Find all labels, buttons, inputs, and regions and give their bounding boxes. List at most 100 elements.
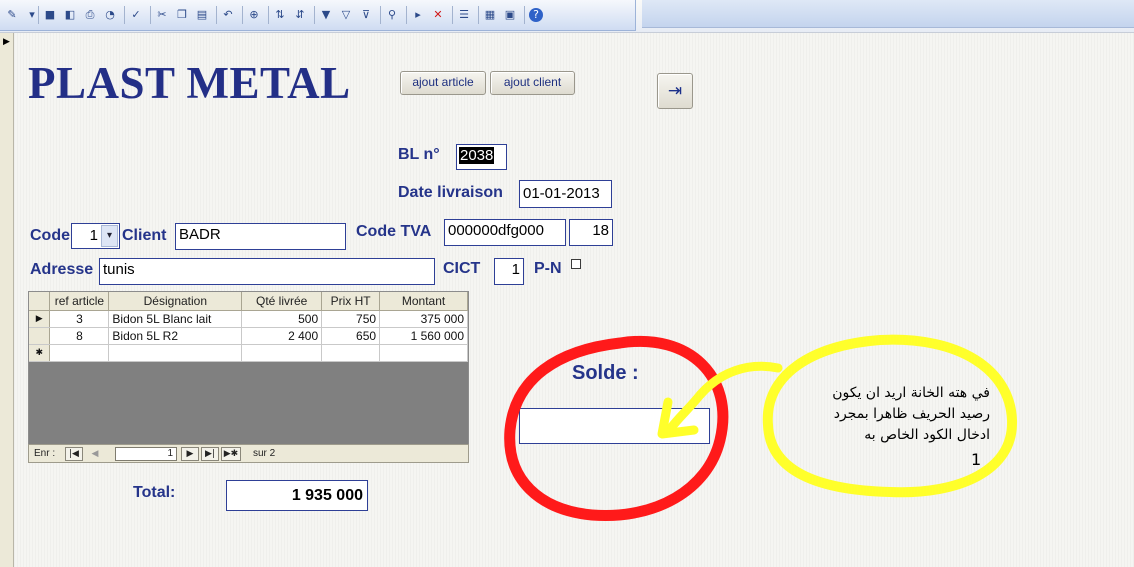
dropdown-icon[interactable]: ▾ [25, 8, 39, 22]
client-label: Client [122, 227, 167, 244]
select-all-corner[interactable] [29, 292, 51, 311]
record-nav-label: Enr : [34, 448, 56, 459]
table-row[interactable]: 8 Bidon 5L R2 2 400 650 1 560 000 [29, 327, 468, 345]
record-position-field[interactable]: 1 [115, 447, 177, 461]
cict-field[interactable]: 1 [494, 258, 524, 285]
toolbar-empty-area [642, 0, 1134, 28]
print-icon[interactable]: ⎙ [83, 8, 97, 22]
hyperlink-icon[interactable]: ⊕ [247, 8, 261, 22]
print-preview-icon[interactable]: ◧ [63, 8, 77, 22]
current-record-icon: ▶ [3, 36, 10, 46]
toolbar-separator [124, 6, 125, 24]
toolbar-separator [216, 6, 217, 24]
record-selector[interactable]: ▶ [0, 33, 14, 567]
toolbar-separator [478, 6, 479, 24]
sort-descending-icon[interactable]: ⇵ [293, 8, 307, 22]
address-label: Adresse [30, 261, 94, 278]
total-label: Total: [133, 484, 176, 501]
table-cell[interactable] [321, 344, 381, 362]
cict-label: CICT [443, 260, 481, 277]
column-header[interactable]: Qté livrée [241, 292, 323, 311]
new-record-icon[interactable]: ▸ [411, 8, 425, 22]
bl-number-label: BL n° [398, 146, 440, 163]
column-header[interactable]: ref article [49, 292, 110, 311]
table-cell[interactable]: 375 000 [379, 310, 468, 328]
cut-icon[interactable]: ✂ [155, 8, 169, 22]
spellcheck-icon[interactable]: ✓ [129, 8, 143, 22]
new-record-nav-icon[interactable]: ▶✱ [221, 447, 241, 461]
exit-door-icon: ⇥ [667, 81, 683, 100]
help-icon[interactable]: ? [529, 8, 543, 22]
row-selector[interactable] [29, 327, 51, 345]
column-header[interactable]: Désignation [108, 292, 243, 311]
toolbar-separator [452, 6, 453, 24]
total-field[interactable]: 1 935 000 [226, 480, 368, 511]
filter-form-icon[interactable]: ▽ [339, 8, 353, 22]
find-icon[interactable]: ⚲ [385, 8, 399, 22]
new-record-icon[interactable]: ✱ [29, 344, 51, 362]
table-cell[interactable] [241, 344, 323, 362]
tva-rate-field[interactable]: 18 [569, 219, 613, 246]
apply-filter-icon[interactable]: ⊽ [359, 8, 373, 22]
new-record-row[interactable]: ✱ [29, 344, 468, 362]
table-cell[interactable]: 750 [321, 310, 381, 328]
balance-label: Solde : [572, 362, 639, 384]
table-cell[interactable]: 650 [321, 327, 381, 345]
code-value: 1 [89, 227, 98, 244]
arabic-note: في هته الخانة اريد ان يكون رصيد الحريف ظ… [745, 383, 990, 469]
undo-icon[interactable]: ↶ [221, 8, 235, 22]
delete-record-icon[interactable]: ✕ [431, 8, 445, 22]
database-window-icon[interactable]: ▦ [483, 8, 497, 22]
last-record-icon[interactable]: ▶| [201, 447, 219, 461]
toolbar-separator [268, 6, 269, 24]
current-row-icon[interactable]: ▶ [29, 310, 51, 328]
note-mark: 1 [971, 450, 982, 469]
code-label: Code [30, 227, 70, 244]
code-combo[interactable]: 1 ▾ [71, 223, 120, 249]
table-cell[interactable] [108, 344, 243, 362]
copy-icon[interactable]: ❐ [175, 8, 189, 22]
client-field[interactable]: BADR [175, 223, 346, 250]
table-cell[interactable]: Bidon 5L R2 [108, 327, 243, 345]
column-header[interactable]: Prix HT [321, 292, 381, 311]
preview-icon[interactable]: ◔ [103, 8, 117, 22]
note-line: في هته الخانة اريد ان يكون [832, 385, 990, 401]
add-article-button[interactable]: ajout article [400, 71, 486, 95]
sort-ascending-icon[interactable]: ⇅ [273, 8, 287, 22]
table-cell[interactable]: Bidon 5L Blanc lait [108, 310, 243, 328]
properties-icon[interactable]: ☰ [457, 8, 471, 22]
paste-icon[interactable]: ▤ [195, 8, 209, 22]
add-client-button[interactable]: ajout client [490, 71, 575, 95]
column-header[interactable]: Montant [379, 292, 468, 311]
table-row[interactable]: ▶ 3 Bidon 5L Blanc lait 500 750 375 000 [29, 310, 468, 328]
previous-record-icon[interactable]: ◀ [86, 447, 104, 461]
toolbar-separator [406, 6, 407, 24]
toolbar-separator [242, 6, 243, 24]
table-cell[interactable] [49, 344, 110, 362]
toolbar-separator [380, 6, 381, 24]
view-icon[interactable]: ✎ [5, 8, 19, 22]
delivery-date-label: Date livraison [398, 184, 503, 201]
filter-icon[interactable]: ▼ [319, 8, 333, 22]
first-record-icon[interactable]: |◀ [65, 447, 83, 461]
table-cell[interactable]: 500 [241, 310, 323, 328]
pn-checkbox[interactable] [571, 259, 581, 269]
new-object-icon[interactable]: ▣ [503, 8, 517, 22]
bl-number-field[interactable]: 2038 [456, 144, 507, 170]
table-cell[interactable]: 2 400 [241, 327, 323, 345]
balance-field[interactable] [519, 408, 710, 444]
tva-code-field[interactable]: 000000dfg000 [444, 219, 566, 246]
exit-button[interactable]: ⇥ [657, 73, 693, 109]
next-record-icon[interactable]: ▶ [181, 447, 199, 461]
save-icon[interactable]: ■ [43, 8, 57, 22]
delivery-date-field[interactable]: 01-01-2013 [519, 180, 612, 208]
toolbar-separator [314, 6, 315, 24]
table-cell[interactable]: 8 [49, 327, 110, 345]
table-cell[interactable]: 1 560 000 [379, 327, 468, 345]
table-cell[interactable]: 3 [49, 310, 110, 328]
chevron-down-icon[interactable]: ▾ [101, 225, 118, 247]
address-field[interactable]: tunis [99, 258, 435, 285]
toolbar: ✎ ▾ ■ ◧ ⎙ ◔ ✓ ✂ ❐ ▤ ↶ ⊕ ⇅ ⇵ ▼ ▽ ⊽ ⚲ ▸ ✕ ☰ ▦ ▣? [0, 0, 1134, 33]
table-cell[interactable] [379, 344, 468, 362]
record-count: sur 2 [253, 448, 276, 459]
